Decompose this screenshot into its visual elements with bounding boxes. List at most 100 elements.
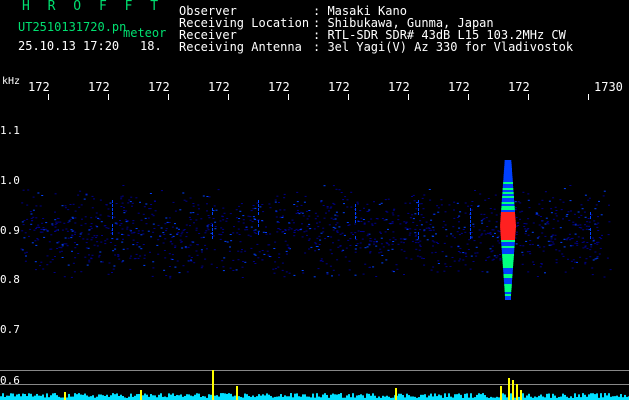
trace-bar <box>480 394 482 400</box>
noise-pixel <box>480 220 483 222</box>
noise-pixel <box>140 248 143 250</box>
noise-pixel <box>584 245 587 247</box>
noise-pixel <box>281 231 284 233</box>
noise-pixel <box>481 222 484 224</box>
meteor-echo-pixel <box>500 224 516 226</box>
noise-pixel <box>532 222 535 224</box>
meteor-echo-pixel <box>504 290 512 292</box>
noise-pixel <box>222 207 225 209</box>
noise-pixel <box>380 237 383 239</box>
noise-pixel <box>43 229 46 231</box>
noise-pixel <box>222 219 225 221</box>
noise-pixel <box>272 268 275 270</box>
trace-bar <box>208 394 210 400</box>
noise-pixel <box>488 256 491 258</box>
noise-pixel <box>258 251 261 253</box>
noise-pixel <box>435 241 438 243</box>
meteor-echo-pixel <box>501 204 515 206</box>
meteor-echo-pixel <box>500 236 516 238</box>
trace-bar <box>352 393 354 400</box>
noise-pixel <box>64 205 67 207</box>
noise-pixel <box>385 242 388 244</box>
noise-pixel <box>349 238 352 240</box>
trace-bar <box>454 394 456 400</box>
trace-bar <box>222 393 224 400</box>
trace-spike <box>500 386 502 400</box>
noise-pixel <box>380 243 383 245</box>
noise-pixel <box>41 222 44 224</box>
noise-pixel <box>179 209 182 211</box>
noise-pixel <box>481 271 484 273</box>
noise-pixel <box>473 240 476 242</box>
noise-pixel <box>319 239 322 241</box>
noise-pixel <box>460 232 463 234</box>
noise-pixel <box>105 204 108 206</box>
noise-pixel <box>419 220 422 222</box>
noise-pixel <box>25 251 28 253</box>
noise-pixel <box>574 242 577 244</box>
trace-bar <box>316 393 318 400</box>
noise-pixel <box>220 234 223 236</box>
noise-pixel <box>293 235 296 237</box>
streak-pixel <box>355 204 356 207</box>
noise-pixel <box>21 249 24 251</box>
trace-bar <box>548 393 550 400</box>
noise-pixel <box>495 221 498 223</box>
noise-pixel <box>165 228 168 230</box>
noise-pixel <box>120 206 123 207</box>
noise-pixel <box>51 259 54 261</box>
noise-pixel <box>221 216 224 218</box>
trace-bar <box>298 396 300 400</box>
noise-pixel <box>165 230 168 232</box>
noise-pixel <box>85 247 88 249</box>
streak-pixel <box>258 212 259 215</box>
noise-pixel <box>479 242 482 244</box>
noise-pixel <box>419 244 421 246</box>
noise-pixel <box>90 217 93 219</box>
noise-pixel <box>432 245 434 247</box>
noise-pixel <box>90 239 93 241</box>
noise-pixel <box>489 248 492 250</box>
noise-pixel <box>215 209 218 211</box>
trace-bar <box>280 394 282 400</box>
noise-pixel <box>39 205 42 207</box>
noise-pixel <box>130 255 132 257</box>
noise-pixel <box>91 195 94 197</box>
noise-pixel <box>456 202 459 204</box>
noise-pixel <box>114 245 117 246</box>
noise-pixel <box>111 272 113 273</box>
trace-bar <box>482 393 484 400</box>
noise-pixel <box>140 234 143 236</box>
noise-pixel <box>432 229 435 231</box>
trace-bar <box>170 394 172 400</box>
noise-pixel <box>581 241 584 243</box>
noise-pixel <box>171 254 174 256</box>
trace-bar <box>386 395 388 400</box>
noise-pixel <box>82 238 85 240</box>
noise-pixel <box>423 235 426 237</box>
trace-bar <box>56 395 58 400</box>
trace-bar <box>176 394 178 400</box>
noise-pixel <box>488 220 491 222</box>
trace-bar <box>72 396 74 400</box>
noise-pixel <box>196 254 199 256</box>
noise-pixel <box>67 209 70 211</box>
noise-pixel <box>252 205 255 206</box>
noise-pixel <box>79 190 82 192</box>
noise-pixel <box>66 245 69 247</box>
noise-pixel <box>572 259 575 261</box>
noise-pixel <box>128 199 131 201</box>
trace-bar <box>78 393 80 400</box>
noise-pixel <box>107 227 110 229</box>
noise-pixel <box>329 265 332 267</box>
trace-bar <box>332 393 334 400</box>
noise-pixel <box>148 208 151 210</box>
trace-bar <box>406 393 408 400</box>
trace-spike <box>520 390 522 400</box>
noise-pixel <box>279 216 282 218</box>
noise-pixel <box>74 231 77 233</box>
noise-pixel <box>198 208 200 210</box>
trace-bar <box>194 394 196 400</box>
noise-pixel <box>444 211 447 213</box>
noise-pixel <box>483 230 486 232</box>
